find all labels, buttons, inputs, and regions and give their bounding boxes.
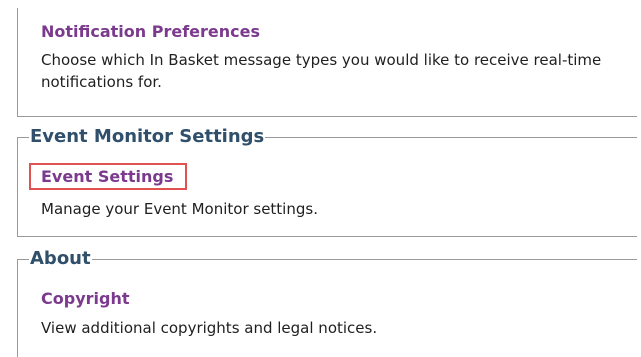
copyright-link[interactable]: Copyright (41, 289, 129, 309)
notification-section-bottom-border (17, 116, 637, 117)
event-monitor-section-title: Event Monitor Settings (29, 126, 266, 148)
notification-preferences-link[interactable]: Notification Preferences (41, 22, 260, 42)
event-monitor-section-left-border (17, 137, 18, 237)
event-settings-link[interactable]: Event Settings (41, 167, 173, 187)
notification-section-left-border (17, 8, 18, 117)
about-section-title: About (29, 248, 92, 270)
event-monitor-section-bottom-border (17, 236, 637, 237)
about-section-top-border (17, 259, 637, 260)
about-section-left-border (17, 259, 18, 357)
event-settings-description: Manage your Event Monitor settings. (41, 200, 318, 218)
copyright-description: View additional copyrights and legal not… (41, 319, 378, 337)
settings-page: Notification Preferences Choose which In… (0, 0, 641, 357)
notification-preferences-description: Choose which In Basket message types you… (41, 51, 602, 91)
